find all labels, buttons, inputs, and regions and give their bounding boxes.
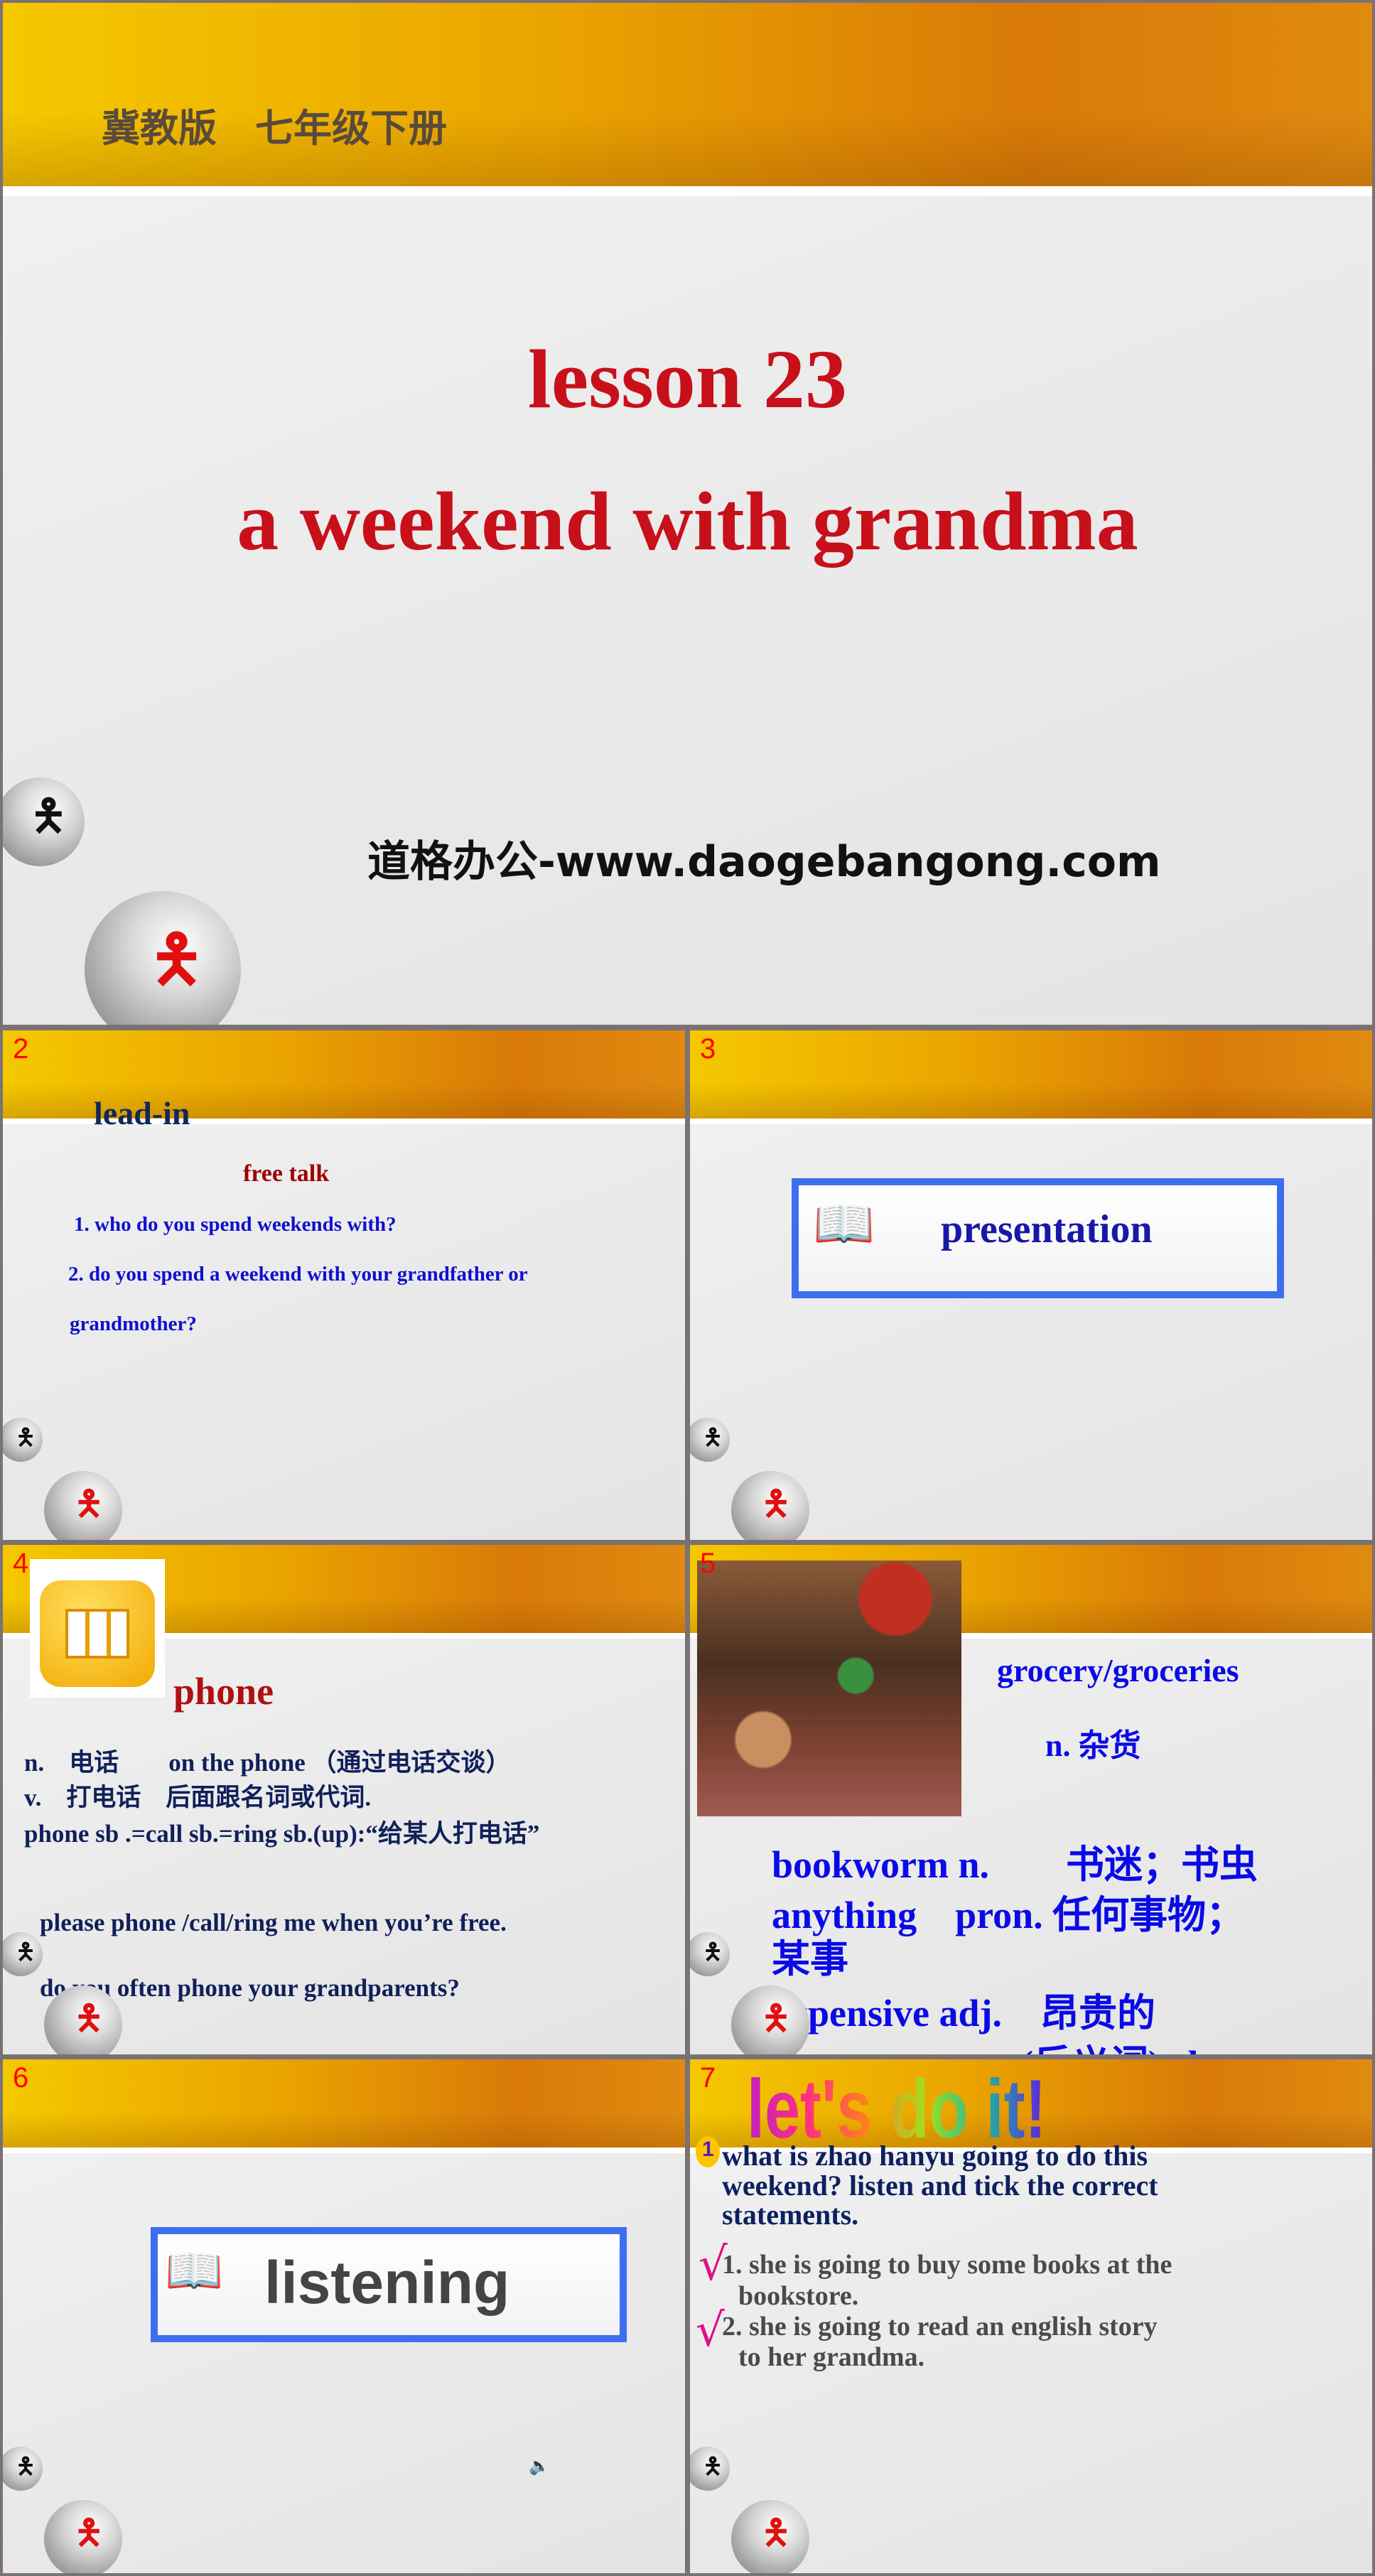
person-icon-red: 🯅 xyxy=(761,1484,792,1524)
subheading: free talk xyxy=(243,1160,330,1187)
question-2-cont: grandmother? xyxy=(70,1313,197,1335)
statement-2-cont: to her grandma. xyxy=(738,2342,925,2372)
listening-label: listening xyxy=(264,2249,510,2316)
slide-5[interactable]: 5 grocery/groceries n. 杂货 bookworm n. 书迷… xyxy=(690,1545,1372,2054)
slide-7[interactable]: 7 let's do it! 1 what is zhao hanyu goin… xyxy=(690,2059,1372,2573)
checkmark-icon: √ xyxy=(696,2305,725,2357)
question-1: 1. who do you spend weekends with? xyxy=(74,1213,397,1236)
statement-1: 1. she is going to buy some books at the xyxy=(722,2250,1172,2280)
vocab-line-1: bookworm n. 书迷；书虫 xyxy=(772,1843,1258,1886)
slide-4[interactable]: 4 phone n. 电话 on the phone （通过电话交谈） v. 打… xyxy=(3,1545,685,2054)
slide-number: 6 xyxy=(13,2062,29,2093)
lesson-subtitle: a weekend with grandma xyxy=(237,475,1138,568)
book-quill-icon: 📖 xyxy=(165,2246,224,2297)
vocab-line-5: (反义词) cheap xyxy=(1020,2032,1266,2054)
question-line-2: weekend? listen and tick the correct xyxy=(722,2170,1158,2202)
definition-line-1: n. 电话 on the phone （通过电话交谈） xyxy=(24,1749,511,1777)
listening-button[interactable]: 📖 listening xyxy=(151,2227,627,2342)
vocab-line-3: 某事 xyxy=(772,1938,848,1980)
person-icon-red: 🯅 xyxy=(74,2513,104,2553)
telephone-icon xyxy=(30,1559,165,1698)
person-icon-black: 🯅 xyxy=(703,1423,723,1450)
presentation-label: presentation xyxy=(941,1207,1153,1251)
statement-2: 2. she is going to read an english story xyxy=(722,2312,1158,2341)
person-icon-red: 🯅 xyxy=(74,1484,104,1524)
slide-3[interactable]: 3 📖 presentation 🯅 🯅 xyxy=(690,1030,1372,1540)
person-icon-black: 🯅 xyxy=(30,791,68,841)
question-line-3: statements. xyxy=(722,2199,859,2231)
definition-line-3: phone sb .=call sb.=ring sb.(up):“给某人打电话… xyxy=(24,1820,540,1848)
heading: lead-in xyxy=(94,1095,190,1131)
vocab-word: grocery/groceries xyxy=(997,1652,1239,1688)
person-icon-red: 🯅 xyxy=(74,1998,104,2038)
person-icon-black: 🯅 xyxy=(703,1938,723,1965)
lesson-title: lesson 23 xyxy=(527,333,848,426)
vocab-meaning: n. 杂货 xyxy=(1045,1728,1141,1763)
definition-line-2: v. 打电话 后面跟名词或代词. xyxy=(24,1784,372,1811)
slide-number: 2 xyxy=(13,1033,29,1065)
person-icon-red: 🯅 xyxy=(149,922,205,996)
book-quill-icon: 📖 xyxy=(813,1197,875,1252)
person-icon-black: 🯅 xyxy=(16,1938,36,1965)
vocab-word: phone xyxy=(173,1670,274,1713)
slide-2[interactable]: 2 lead-in free talk 1. who do you spend … xyxy=(3,1030,685,1540)
step-badge-number: 1 xyxy=(702,2138,714,2161)
question-2: 2. do you spend a weekend with your gran… xyxy=(68,1263,528,1286)
slide-number: 5 xyxy=(700,1548,716,1579)
person-icon-red: 🯅 xyxy=(761,1998,792,2038)
speaker-icon[interactable]: 🔈 xyxy=(529,2456,550,2477)
presentation-button[interactable]: 📖 presentation xyxy=(792,1178,1284,1298)
header-text: 冀教版 七年级下册 xyxy=(102,106,447,151)
vocab-line-4: expensive adj. 昂贵的 xyxy=(772,1992,1155,2035)
slide-number: 4 xyxy=(13,1548,29,1579)
grocery-market-photo xyxy=(697,1561,961,1816)
statement-1-cont: bookstore. xyxy=(738,2281,859,2311)
slide-number: 7 xyxy=(700,2062,716,2093)
question-line-1: what is zhao hanyu going to do this xyxy=(722,2140,1148,2172)
person-icon-black: 🯅 xyxy=(16,1423,36,1450)
person-icon-red: 🯅 xyxy=(761,2513,792,2553)
slide-1[interactable]: 冀教版 七年级下册 lesson 23 a weekend with grand… xyxy=(3,3,1372,1025)
example-1: please phone /call/ring me when you’re f… xyxy=(40,1909,507,1936)
person-icon-black: 🯅 xyxy=(703,2452,723,2479)
watermark: 道格办公-www.daogebangong.com xyxy=(367,837,1161,887)
person-icon-black: 🯅 xyxy=(16,2452,36,2479)
slide-number: 3 xyxy=(700,1033,716,1065)
slide-6[interactable]: 6 📖 listening 🔈 🯅 🯅 xyxy=(3,2059,685,2573)
